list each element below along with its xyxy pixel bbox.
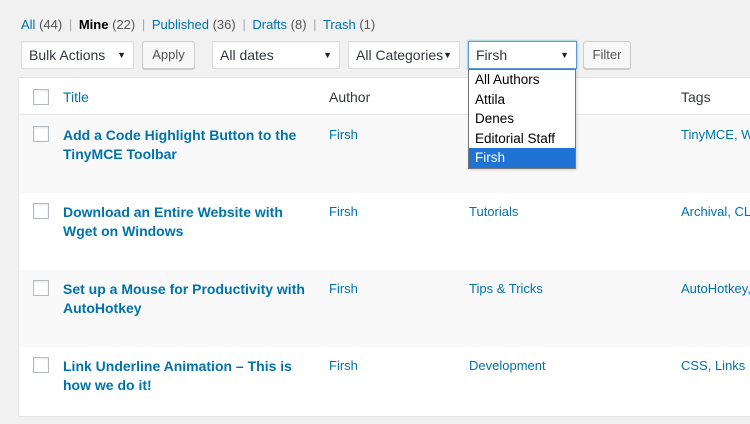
row-checkbox[interactable] bbox=[33, 203, 49, 219]
filter-button[interactable]: Filter bbox=[583, 41, 631, 69]
view-drafts-link[interactable]: Drafts bbox=[252, 17, 287, 32]
post-author-link[interactable]: Firsh bbox=[329, 357, 358, 374]
row-checkbox[interactable] bbox=[33, 357, 49, 373]
author-dropdown-list: All Authors Attila Denes Editorial Staff… bbox=[468, 69, 576, 169]
chevron-down-icon: ▼ bbox=[323, 50, 332, 60]
view-mine-count: (22) bbox=[112, 17, 136, 32]
chevron-down-icon: ▼ bbox=[560, 50, 569, 60]
view-all-link[interactable]: All bbox=[21, 17, 35, 32]
table-row: Set up a Mouse for Productivity with Aut… bbox=[19, 270, 750, 347]
author-option-editorial-staff[interactable]: Editorial Staff bbox=[469, 129, 575, 149]
view-drafts-count: (8) bbox=[290, 17, 307, 32]
category-filter-select[interactable]: All Categories ▼ bbox=[348, 41, 460, 69]
view-trash-count: (1) bbox=[359, 17, 376, 32]
posts-table: Title Author Tags Add a Code Highlight B… bbox=[18, 77, 750, 417]
post-title-link[interactable]: Download an Entire Website with Wget on … bbox=[63, 203, 315, 241]
category-filter-label: All Categories bbox=[356, 47, 444, 63]
separator: | bbox=[242, 17, 246, 32]
row-checkbox[interactable] bbox=[33, 126, 49, 142]
post-tags-link[interactable]: TinyMCE, Wo bbox=[681, 126, 750, 143]
post-title-link[interactable]: Add a Code Highlight Button to the TinyM… bbox=[63, 126, 315, 164]
post-category-link[interactable]: Tips & Tricks bbox=[469, 280, 543, 297]
post-tags-link[interactable]: CSS, Links bbox=[681, 357, 745, 374]
chevron-down-icon: ▼ bbox=[117, 50, 126, 60]
date-filter-select[interactable]: All dates ▼ bbox=[212, 41, 340, 69]
column-author-header: Author bbox=[329, 89, 371, 105]
bulk-actions-select[interactable]: Bulk Actions ▼ bbox=[21, 41, 134, 69]
post-tags-link[interactable]: Archival, CLI bbox=[681, 203, 750, 220]
post-title-link[interactable]: Link Underline Animation – This is how w… bbox=[63, 357, 315, 395]
author-option-attila[interactable]: Attila bbox=[469, 90, 575, 110]
author-option-denes[interactable]: Denes bbox=[469, 109, 575, 129]
post-author-link[interactable]: Firsh bbox=[329, 280, 358, 297]
bulk-actions-label: Bulk Actions bbox=[29, 47, 106, 63]
separator: | bbox=[68, 17, 73, 32]
author-filter-label: Firsh bbox=[476, 47, 508, 63]
select-all-checkbox[interactable] bbox=[33, 89, 49, 105]
author-filter-select[interactable]: Firsh ▼ bbox=[468, 41, 577, 69]
view-published-link[interactable]: Published bbox=[152, 17, 209, 32]
separator: | bbox=[141, 17, 146, 32]
view-mine-link[interactable]: Mine bbox=[79, 17, 109, 32]
column-tags-header: Tags bbox=[681, 89, 711, 105]
author-option-all[interactable]: All Authors bbox=[469, 70, 575, 90]
table-row: Add a Code Highlight Button to the TinyM… bbox=[19, 116, 750, 193]
post-author-link[interactable]: Firsh bbox=[329, 126, 358, 143]
post-tags-link[interactable]: AutoHotkey, bbox=[681, 280, 750, 297]
row-checkbox[interactable] bbox=[33, 280, 49, 296]
table-row: Link Underline Animation – This is how w… bbox=[19, 347, 750, 424]
view-all-count: (44) bbox=[39, 17, 63, 32]
column-title-header[interactable]: Title bbox=[63, 89, 89, 105]
view-published-count: (36) bbox=[212, 17, 236, 32]
post-status-views: All (44) | Mine (22) | Published (36) | … bbox=[21, 17, 375, 33]
author-option-firsh[interactable]: Firsh bbox=[469, 148, 575, 168]
post-author-link[interactable]: Firsh bbox=[329, 203, 358, 220]
apply-button[interactable]: Apply bbox=[142, 41, 195, 69]
date-filter-label: All dates bbox=[220, 47, 274, 63]
post-category-link[interactable]: Tutorials bbox=[469, 203, 518, 220]
post-category-link[interactable]: Development bbox=[469, 357, 546, 374]
table-row: Download an Entire Website with Wget on … bbox=[19, 193, 750, 270]
table-header: Title Author Tags bbox=[19, 78, 750, 115]
view-trash-link[interactable]: Trash bbox=[323, 17, 356, 32]
post-title-link[interactable]: Set up a Mouse for Productivity with Aut… bbox=[63, 280, 315, 318]
chevron-down-icon: ▼ bbox=[443, 50, 452, 60]
separator: | bbox=[313, 17, 317, 32]
